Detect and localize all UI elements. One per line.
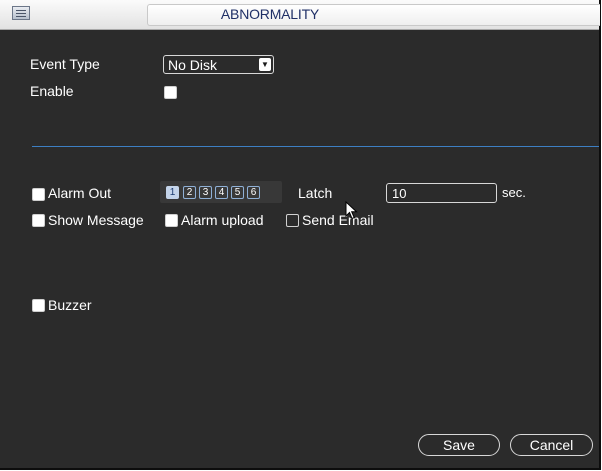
buzzer-checkbox[interactable]: [32, 299, 45, 312]
channel-6-button[interactable]: 6: [247, 186, 260, 199]
show-message-checkbox[interactable]: [32, 214, 45, 227]
alarm-upload-label: Alarm upload: [181, 212, 264, 228]
enable-checkbox[interactable]: [164, 86, 177, 99]
cancel-button[interactable]: Cancel: [510, 434, 593, 456]
send-email-checkbox[interactable]: [286, 214, 299, 227]
channel-4-button[interactable]: 4: [215, 186, 228, 199]
event-type-value: No Disk: [168, 57, 218, 73]
alarm-out-checkbox[interactable]: [32, 188, 45, 201]
title-bar: ABNORMALITY: [0, 0, 600, 30]
alarm-out-label: Alarm Out: [48, 185, 112, 201]
buzzer-label: Buzzer: [48, 297, 92, 313]
abnormality-dialog: ABNORMALITY Event Type No Disk ▼ Enable …: [0, 0, 601, 470]
show-message-label: Show Message: [48, 212, 144, 228]
alarm-out-channel-selector: 1 2 3 4 5 6: [160, 181, 282, 203]
menu-list-icon[interactable]: [12, 6, 30, 20]
channel-1-button[interactable]: 1: [166, 186, 179, 199]
channel-3-button[interactable]: 3: [199, 186, 212, 199]
save-button[interactable]: Save: [418, 434, 500, 456]
page-title: ABNORMALITY: [220, 6, 320, 22]
send-email-label: Send Email: [302, 212, 374, 228]
latch-unit-label: sec.: [502, 185, 526, 200]
event-type-select[interactable]: No Disk ▼: [163, 55, 274, 74]
latch-input[interactable]: 10: [386, 183, 497, 203]
dropdown-arrow-icon[interactable]: ▼: [259, 58, 271, 71]
event-type-label: Event Type: [30, 56, 100, 72]
channel-5-button[interactable]: 5: [231, 186, 244, 199]
mouse-pointer-icon: [345, 201, 358, 220]
section-separator: [32, 146, 599, 147]
alarm-upload-checkbox[interactable]: [165, 214, 178, 227]
enable-label: Enable: [30, 83, 74, 99]
latch-value: 10: [392, 186, 407, 201]
latch-label: Latch: [298, 185, 333, 201]
channel-2-button[interactable]: 2: [183, 186, 196, 199]
